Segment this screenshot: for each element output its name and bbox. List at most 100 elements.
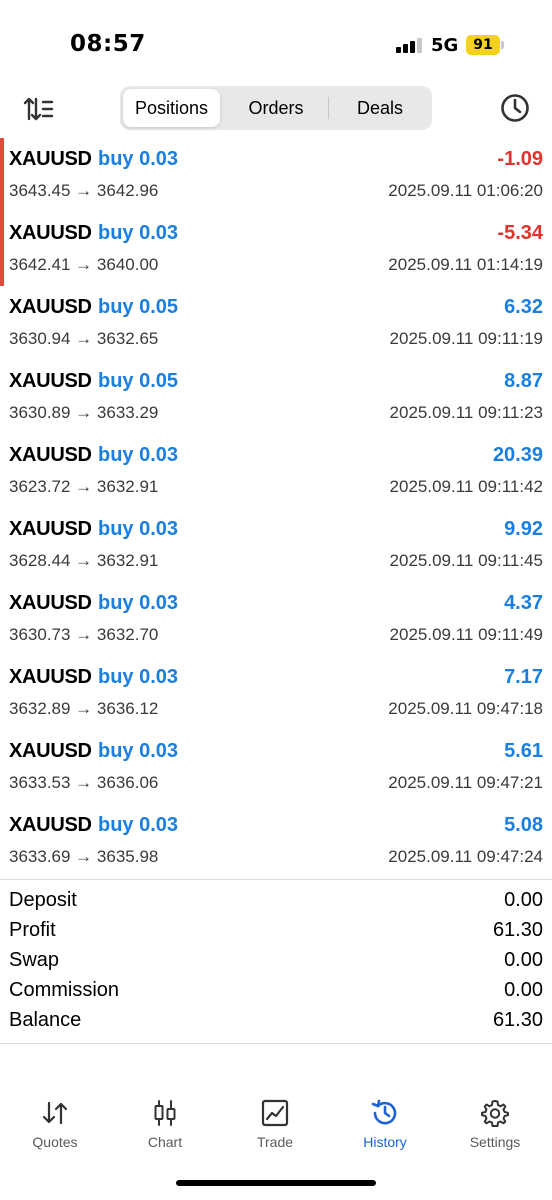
tab-history[interactable]: History: [330, 1088, 440, 1168]
open-price: 3630.94: [9, 329, 71, 348]
tab-trade[interactable]: Trade: [220, 1088, 330, 1168]
clock-icon[interactable]: [497, 90, 533, 126]
position-prices: 3633.53 → 3636.06: [9, 773, 158, 793]
position-symbol: XAUUSD: [9, 222, 92, 244]
position-side: buy 0.03: [98, 222, 179, 244]
open-price: 3642.41: [9, 255, 71, 274]
summary-value: 0.00: [504, 949, 543, 971]
arrow-right-icon: →: [70, 847, 97, 866]
gear-icon: [480, 1098, 510, 1128]
position-prices: 3632.89 → 3636.12: [9, 699, 158, 719]
position-prices: 3623.72 → 3632.91: [9, 477, 158, 497]
summary-label: Profit: [9, 919, 56, 941]
open-price: 3632.89: [9, 699, 71, 718]
summary-profit: Profit 61.30: [0, 916, 552, 946]
position-symbol: XAUUSD: [9, 370, 92, 392]
signal-icon: [396, 37, 424, 53]
positions-list: XAUUSD buy 0.03 3643.45 → 3642.96 -1.09 2025…: [0, 138, 552, 878]
summary-balance: Balance 61.30: [0, 1006, 552, 1036]
position-time: 2025.09.11 09:11:45: [389, 551, 543, 570]
segment-divider: [328, 97, 329, 119]
position-profit: 5.08: [504, 814, 543, 836]
position-symbol: XAUUSD: [9, 814, 92, 836]
close-price: 3636.12: [96, 699, 159, 718]
open-price: 3643.45: [9, 181, 71, 200]
open-price: 3633.53: [9, 773, 71, 792]
position-prices: 3643.45 → 3642.96: [9, 181, 158, 201]
open-price: 3623.72: [9, 477, 71, 496]
position-symbol: XAUUSD: [9, 592, 92, 614]
summary-label: Swap: [9, 949, 60, 971]
divider: [0, 879, 552, 880]
position-row[interactable]: XAUUSD buy 0.03 3633.69 → 3635.98 5.08 2025.…: [0, 804, 552, 878]
position-symbol: XAUUSD: [9, 148, 92, 170]
position-row[interactable]: XAUUSD buy 0.03 3633.53 → 3636.06 5.61 2025.…: [0, 730, 552, 804]
summary-label: Deposit: [9, 889, 77, 911]
arrow-right-icon: →: [70, 699, 97, 718]
close-price: 3635.98: [96, 847, 159, 866]
position-time: 2025.09.11 09:11:49: [389, 625, 543, 644]
position-symbol: XAUUSD: [9, 296, 92, 318]
position-row[interactable]: XAUUSD buy 0.03 3642.41 → 3640.00 -5.34 2025…: [0, 212, 552, 286]
position-profit: 4.37: [504, 592, 543, 614]
position-prices: 3630.73 → 3632.70: [9, 625, 158, 645]
tab-quotes[interactable]: Quotes: [0, 1088, 110, 1168]
position-time: 2025.09.11 09:11:19: [389, 329, 543, 348]
position-row[interactable]: XAUUSD buy 0.03 3628.44 → 3632.91 9.92 2025.…: [0, 508, 552, 582]
open-price: 3630.89: [9, 403, 71, 422]
close-price: 3632.91: [96, 477, 159, 496]
battery-icon: 91: [466, 35, 500, 55]
close-price: 3636.06: [96, 773, 159, 792]
position-side: buy 0.03: [98, 814, 179, 836]
summary-label: Commission: [9, 979, 120, 1001]
close-price: 3632.65: [96, 329, 159, 348]
tab-deals[interactable]: Deals: [330, 86, 430, 130]
position-profit: -1.09: [497, 148, 543, 170]
position-row[interactable]: XAUUSD buy 0.03 3630.73 → 3632.70 4.37 2025.…: [0, 582, 552, 656]
summary-label: Balance: [9, 1009, 82, 1031]
open-price: 3633.69: [9, 847, 71, 866]
position-symbol: XAUUSD: [9, 444, 92, 466]
chart-candles-icon: [150, 1098, 180, 1128]
tab-settings[interactable]: Settings: [440, 1088, 550, 1168]
arrow-right-icon: →: [70, 403, 97, 422]
position-profit: 8.87: [504, 370, 543, 392]
summary-deposit: Deposit 0.00: [0, 886, 552, 916]
position-time: 2025.09.11 01:14:19: [388, 255, 543, 274]
position-row[interactable]: XAUUSD buy 0.05 3630.94 → 3632.65 6.32 2025.…: [0, 286, 552, 360]
loss-marker: [0, 138, 4, 212]
position-row[interactable]: XAUUSD buy 0.03 3643.45 → 3642.96 -1.09 2025…: [0, 138, 552, 212]
position-prices: 3630.89 → 3633.29: [9, 403, 158, 423]
position-time: 2025.09.11 09:47:18: [388, 699, 543, 718]
summary-value: 61.30: [492, 1009, 543, 1031]
divider: [0, 1043, 552, 1044]
arrow-right-icon: →: [70, 329, 97, 348]
tab-positions[interactable]: Positions: [123, 89, 220, 127]
position-profit: 7.17: [504, 666, 543, 688]
position-prices: 3633.69 → 3635.98: [9, 847, 158, 867]
position-side: buy 0.03: [98, 740, 179, 762]
position-row[interactable]: XAUUSD buy 0.03 3632.89 → 3636.12 7.17 2025.…: [0, 656, 552, 730]
position-profit: 6.32: [504, 296, 543, 318]
summary-swap: Swap 0.00: [0, 946, 552, 976]
position-symbol: XAUUSD: [9, 666, 92, 688]
toolbar: Positions Orders Deals: [0, 80, 552, 138]
tab-chart[interactable]: Chart: [110, 1088, 220, 1168]
history-icon: [370, 1098, 400, 1128]
tab-orders[interactable]: Orders: [224, 86, 328, 130]
close-price: 3632.91: [96, 551, 159, 570]
position-side: buy 0.03: [98, 666, 179, 688]
close-price: 3633.29: [96, 403, 159, 422]
position-row[interactable]: XAUUSD buy 0.05 3630.89 → 3633.29 8.87 2025.…: [0, 360, 552, 434]
position-side: buy 0.03: [98, 592, 179, 614]
quotes-icon: [40, 1098, 70, 1128]
position-side: buy 0.03: [98, 518, 179, 540]
close-price: 3642.96: [96, 181, 159, 200]
position-row[interactable]: XAUUSD buy 0.03 3623.72 → 3632.91 20.39 2025…: [0, 434, 552, 508]
tab-label: History: [363, 1134, 407, 1150]
bottom-tab-bar: Quotes Chart Trade History Settings: [0, 1088, 552, 1168]
arrow-right-icon: →: [70, 625, 97, 644]
tab-label: Settings: [469, 1134, 521, 1150]
close-price: 3640.00: [96, 255, 159, 274]
sort-icon[interactable]: [22, 92, 56, 126]
